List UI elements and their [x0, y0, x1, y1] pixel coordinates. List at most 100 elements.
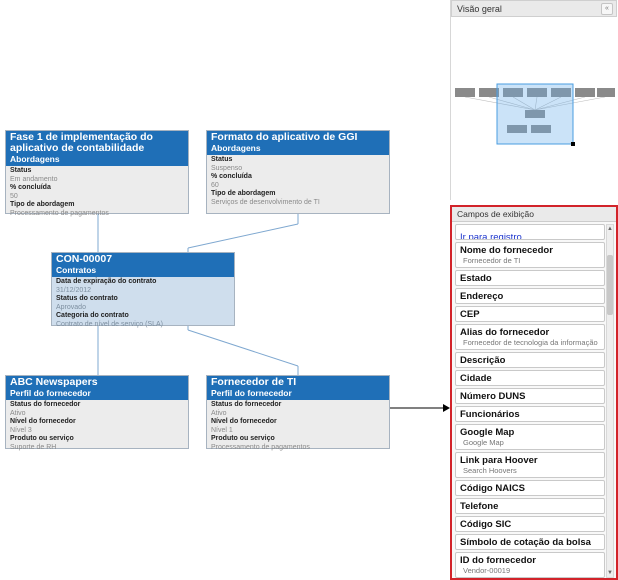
overview-panel: Visão geral « — [450, 0, 617, 200]
field-item-label: Nome do fornecedor — [460, 245, 553, 256]
field-label: Data de expiração do contrato — [56, 278, 157, 285]
node-body: Status Em andamento % concluída 50 Tipo … — [6, 166, 188, 219]
field-item-value: Google Map — [463, 438, 504, 447]
node-type: Abordagens — [211, 143, 261, 153]
overview-minimap[interactable] — [451, 17, 617, 200]
field-item-label: Código NAICS — [460, 483, 525, 494]
node-contract[interactable]: CON-00007 Contratos Data de expiração do… — [51, 252, 235, 328]
scrollbar-thumb[interactable] — [607, 255, 613, 315]
field-value: Processamento de pagamentos — [10, 209, 109, 217]
field-value: Nível 3 — [10, 426, 32, 434]
field-value: 60 — [211, 181, 219, 189]
field-item-label: Link para Hoover — [460, 455, 538, 466]
node-title: Fase 1 de implementação do aplicativo de… — [10, 131, 153, 154]
field-item-label: ID do fornecedor — [460, 555, 537, 566]
field-item[interactable]: CEP — [455, 306, 605, 322]
field-value: 31/12/2012 — [56, 286, 92, 294]
field-item-value: Fornecedor de tecnologia da informação — [463, 338, 598, 347]
field-label: Status — [211, 156, 233, 163]
field-label: Tipo de abordagem — [10, 201, 75, 208]
node-header: Fase 1 de implementação do aplicativo de… — [6, 131, 188, 166]
field-item-label: CEP — [460, 309, 480, 320]
field-label: Status do fornecedor — [211, 401, 282, 408]
field-item[interactable]: Código SIC — [455, 516, 605, 532]
double-chevron-left-icon[interactable]: « — [601, 2, 613, 15]
go-to-record-link[interactable]: Ir para registro — [460, 232, 522, 239]
node-type: Perfil do fornecedor — [211, 388, 292, 398]
field-item[interactable]: Símbolo de cotação da bolsa — [455, 534, 605, 550]
node-header: CON-00007 Contratos — [52, 253, 234, 277]
field-label: Produto ou serviço — [211, 435, 275, 442]
field-item[interactable]: Nome do fornecedor Fornecedor de TI — [455, 242, 605, 268]
field-item[interactable]: Funcionários — [455, 406, 605, 422]
display-fields-panel: Campos de exibição Ir para registro Nome… — [450, 205, 618, 580]
field-item-label: Funcionários — [460, 409, 520, 420]
field-item[interactable]: Link para Hoover Search Hoovers — [455, 452, 605, 478]
field-item-value: Vendor-00019 — [463, 566, 511, 575]
field-label: Categoria do contrato — [56, 312, 129, 319]
field-item[interactable]: Google Map Google Map — [455, 424, 605, 450]
field-label: Nível do fornecedor — [211, 418, 277, 425]
node-body: Status do fornecedor Ativo Nível do forn… — [6, 400, 188, 453]
field-value: Processamento de pagamentos — [211, 443, 310, 451]
go-to-record-item: Ir para registro — [455, 224, 605, 240]
node-body: Status Suspenso % concluída 60 Tipo de a… — [207, 155, 389, 208]
field-value: Suporte de RH — [10, 443, 57, 451]
node-type: Contratos — [56, 265, 97, 275]
fields-scrollbar[interactable]: ▲ ▼ — [606, 224, 614, 578]
node-title: Fornecedor de TI — [211, 376, 297, 388]
field-value: 50 — [10, 192, 18, 200]
field-item[interactable]: Alias do fornecedor Fornecedor de tecnol… — [455, 324, 605, 350]
node-type: Abordagens — [10, 154, 60, 164]
field-item[interactable]: ID do fornecedor Vendor-00019 — [455, 552, 605, 578]
field-value: Ativo — [10, 409, 26, 417]
field-label: Status do contrato — [56, 295, 118, 302]
node-supplier-it[interactable]: Fornecedor de TI Perfil do fornecedor St… — [206, 375, 390, 451]
field-item-label: Descrição — [460, 355, 506, 366]
field-item-value: Search Hoovers — [463, 466, 517, 475]
overview-resize-handle — [571, 142, 575, 146]
field-item-label: Número DUNS — [460, 391, 526, 402]
field-label: % concluída — [211, 173, 252, 180]
field-item[interactable]: Endereço — [455, 288, 605, 304]
display-fields-list: Ir para registro Nome do fornecedor Forn… — [455, 224, 605, 578]
field-item[interactable]: Código NAICS — [455, 480, 605, 496]
node-body: Status do fornecedor Ativo Nível do forn… — [207, 400, 389, 453]
field-item[interactable]: Telefone — [455, 498, 605, 514]
field-label: % concluída — [10, 184, 51, 191]
field-item-label: Cidade — [460, 373, 492, 384]
overview-header: Visão geral « — [451, 0, 617, 17]
node-ggi-engagement[interactable]: Formato do aplicativo de GGI Abordagens … — [206, 130, 390, 214]
field-item[interactable]: Cidade — [455, 370, 605, 386]
field-value: Em andamento — [10, 175, 58, 183]
field-item-label: Telefone — [460, 501, 499, 512]
field-item-value: Fornecedor de TI — [463, 256, 521, 265]
field-value: Serviços de desenvolvimento de TI — [211, 198, 320, 206]
field-item-label: Código SIC — [460, 519, 512, 530]
field-item[interactable]: Número DUNS — [455, 388, 605, 404]
field-item-label: Estado — [460, 273, 492, 284]
node-phase1-engagement[interactable]: Fase 1 de implementação do aplicativo de… — [5, 130, 189, 217]
scroll-up-icon[interactable]: ▲ — [607, 225, 613, 233]
pointer-arrow-head — [443, 404, 450, 412]
field-item[interactable]: Descrição — [455, 352, 605, 368]
node-supplier-abc-newspapers[interactable]: ABC Newspapers Perfil do fornecedor Stat… — [5, 375, 189, 451]
field-item-label: Alias do fornecedor — [460, 327, 550, 338]
field-value: Contrato de nível de serviço (SLA) — [56, 320, 163, 328]
field-item[interactable]: Estado — [455, 270, 605, 286]
overview-viewport — [496, 83, 574, 145]
field-label: Status do fornecedor — [10, 401, 81, 408]
field-item-label: Endereço — [460, 291, 504, 302]
overview-title: Visão geral — [457, 3, 502, 14]
node-header: Fornecedor de TI Perfil do fornecedor — [207, 376, 389, 400]
field-label: Produto ou serviço — [10, 435, 74, 442]
field-value: Aprovado — [56, 303, 86, 311]
display-fields-title: Campos de exibição — [452, 207, 616, 222]
field-label: Status — [10, 167, 32, 174]
node-header: Formato do aplicativo de GGI Abordagens — [207, 131, 389, 155]
node-title: Formato do aplicativo de GGI — [211, 131, 358, 143]
scroll-down-icon[interactable]: ▼ — [607, 569, 613, 577]
node-title: ABC Newspapers — [10, 376, 98, 388]
field-label: Tipo de abordagem — [211, 190, 276, 197]
field-value: Suspenso — [211, 164, 243, 172]
